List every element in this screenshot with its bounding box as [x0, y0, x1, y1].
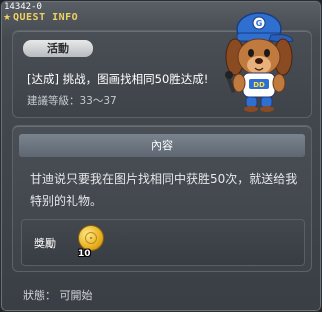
quest-info-window: 14342-0 ★ QUEST INFO 活動 [达成] 挑战，图画找相同50胜…	[0, 0, 322, 312]
quest-description: 甘迪说只要我在图片找相同中获胜50次，就送给我特别的礼物。	[30, 172, 298, 208]
window-title: QUEST INFO	[13, 12, 79, 23]
coin-emblem-icon: ⭑	[85, 232, 97, 244]
quest-type-tag: 活動	[23, 40, 93, 57]
svg-text:G: G	[256, 19, 263, 28]
npc-mascot-image: G DD	[225, 12, 294, 112]
reward-label: 獎勵	[34, 237, 56, 250]
reward-count: 10	[78, 249, 91, 259]
reward-box: 獎勵 ⭑ 10	[21, 219, 305, 266]
quest-name: [达成] 挑战，图画找相同50胜达成!	[27, 72, 209, 86]
quest-status: 狀態： 可開始	[23, 289, 93, 302]
quest-id: 14342-0	[4, 2, 42, 12]
recommended-level: 建議等級：33～37	[27, 95, 117, 107]
content-header: 內容	[19, 134, 305, 157]
star-icon: ★	[2, 13, 12, 23]
quest-content-panel: 內容 甘迪说只要我在图片找相同中获胜50次，就送给我特别的礼物。 獎勵 ⭑ 10	[12, 125, 312, 272]
svg-text:DD: DD	[253, 81, 265, 89]
coin-icon[interactable]: ⭑	[78, 225, 104, 251]
